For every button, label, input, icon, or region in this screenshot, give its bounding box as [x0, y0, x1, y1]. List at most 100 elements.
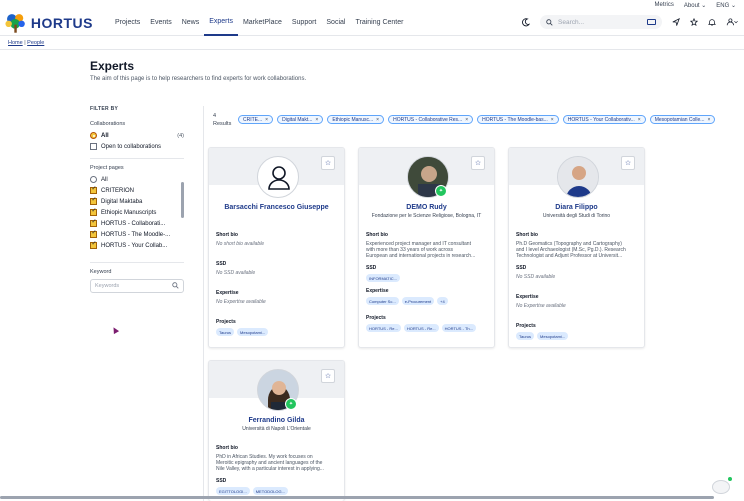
moon-icon[interactable] — [521, 17, 530, 27]
expert-card[interactable]: ☆ ✦ Ferrandino Gilda Università di Napol… — [208, 360, 345, 501]
project-option[interactable]: HORTUS - The Moodle-... — [90, 229, 184, 240]
breadcrumb-people[interactable]: People — [27, 40, 44, 46]
ssd-text: No SSD available — [216, 270, 256, 276]
collab-all-option[interactable]: All (4) — [90, 130, 184, 141]
checkbox-checked[interactable] — [90, 229, 97, 238]
project-option[interactable]: HORTUS - Your Collab... — [90, 240, 184, 251]
search-placeholder: Search... — [558, 18, 585, 26]
nav-training-center[interactable]: Training Center — [350, 8, 408, 36]
project-tag[interactable]: Mesopotami... — [237, 328, 269, 336]
close-icon[interactable]: × — [465, 117, 468, 123]
filter-chip[interactable]: HORTUS - Collaborative Res... × — [388, 115, 474, 124]
project-tag[interactable]: Mesopotami... — [537, 332, 569, 340]
short-bio-text: Ph.D Geomatics (Topography and Cartograp… — [516, 241, 640, 259]
checkbox-checked[interactable] — [90, 207, 97, 216]
close-icon[interactable]: × — [638, 117, 641, 123]
page-title: Experts — [90, 59, 135, 73]
bell-icon[interactable] — [708, 18, 716, 26]
radio[interactable] — [90, 176, 97, 183]
search-icon — [546, 18, 553, 26]
expert-card[interactable]: ☆ Barsacchi Francesco Giuseppe Short bio… — [208, 147, 345, 348]
more-tag[interactable]: +4 — [437, 297, 448, 305]
checkbox[interactable] — [90, 143, 97, 150]
ssd-tags: EGITTOLOGI... METODOLOG... — [216, 487, 340, 495]
project-tag[interactable]: HORTUS - Re... — [403, 324, 439, 332]
nav-experts[interactable]: Experts — [204, 8, 238, 36]
favorite-button[interactable]: ☆ — [471, 156, 485, 170]
chip-label: CRITE... — [243, 116, 263, 123]
card-body: Short bio No short bio available SSD No … — [216, 232, 340, 336]
collab-all-label: All — [101, 132, 109, 139]
nav-news[interactable]: News — [177, 8, 205, 36]
close-icon[interactable]: × — [707, 117, 710, 123]
checkbox-checked[interactable] — [90, 196, 97, 205]
nav-social[interactable]: Social — [321, 8, 350, 36]
tree-logo-icon — [5, 14, 25, 33]
filter-chip[interactable]: HORTUS - The Moodle-bas... × — [477, 115, 559, 124]
chip-label: Ethiopic Manusc... — [332, 116, 374, 123]
page-subtitle: The aim of this page is to help research… — [90, 76, 307, 82]
avatar — [257, 156, 299, 198]
expertise-label: Expertise — [516, 294, 539, 300]
checkbox-checked[interactable] — [90, 218, 97, 227]
close-icon[interactable]: × — [315, 117, 318, 123]
checkbox-checked[interactable] — [90, 240, 97, 249]
expert-name[interactable]: DEMO Rudy — [359, 204, 494, 211]
project-tag[interactable]: HORTUS - Th... — [441, 324, 476, 332]
close-icon[interactable]: × — [265, 117, 268, 123]
radio-selected[interactable] — [90, 132, 97, 139]
expertise-tag[interactable]: Computer Sc... — [366, 297, 399, 305]
card-body: Short bio Experienced project manager an… — [366, 232, 490, 332]
project-option[interactable]: Ethiopic Manuscripts — [90, 207, 184, 218]
project-option[interactable]: CRITERION — [90, 185, 184, 196]
filter-chip[interactable]: CRITE... × — [238, 115, 274, 124]
project-option[interactable]: HORTUS - Collaborati... — [90, 218, 184, 229]
keyword-input[interactable]: Keywords — [90, 279, 184, 293]
expertise-text: No Expertise available — [516, 303, 566, 309]
expert-name[interactable]: Barsacchi Francesco Giuseppe — [209, 204, 344, 211]
close-icon[interactable]: × — [551, 117, 554, 123]
filter-chip[interactable]: HORTUS - Your Collaborativ... × — [562, 115, 646, 124]
favorite-button[interactable]: ☆ — [621, 156, 635, 170]
scrollbar[interactable] — [181, 182, 184, 218]
projects-label: Projects — [516, 323, 536, 329]
chat-widget-button[interactable] — [712, 480, 730, 494]
nav-support[interactable]: Support — [287, 8, 322, 36]
checkbox-checked[interactable] — [90, 185, 97, 194]
breadcrumb-home[interactable]: Home — [8, 40, 23, 46]
expertise-tag[interactable]: e-Procurement — [401, 297, 435, 305]
send-icon[interactable] — [672, 18, 680, 26]
nav-events[interactable]: Events — [145, 8, 176, 36]
filter-chip[interactable]: Digital Makt... × — [277, 115, 324, 124]
expert-card[interactable]: ☆ ✦ DEMO Rudy Fondazione per le Scienze … — [358, 147, 495, 348]
ssd-tag[interactable]: INFORMATIC... — [366, 274, 400, 282]
chip-label: Digital Makt... — [282, 116, 313, 123]
horizontal-scrollbar[interactable] — [0, 496, 714, 499]
collab-open-option[interactable]: Open to collaborations — [90, 141, 200, 152]
site-logo[interactable]: HORTUS — [3, 9, 93, 37]
project-pages-list[interactable]: All CRITERION Digital Maktaba Ethiopic M… — [90, 174, 184, 256]
nav-marketplace[interactable]: MarketPlace — [238, 8, 287, 36]
close-icon[interactable]: × — [376, 117, 379, 123]
project-tag[interactable]: Taurus — [216, 328, 235, 336]
project-option[interactable]: Digital Maktaba — [90, 196, 184, 207]
user-menu-icon[interactable] — [726, 18, 738, 26]
expert-name[interactable]: Ferrandino Gilda — [209, 417, 344, 424]
project-tag[interactable]: Taurus — [516, 332, 535, 340]
ssd-tag[interactable]: METODOLOG... — [252, 487, 288, 495]
star-icon: ☆ — [324, 373, 332, 380]
project-tag[interactable]: HORTUS - Re... — [366, 324, 401, 332]
project-option[interactable]: All — [90, 174, 184, 185]
keyboard-icon — [647, 19, 656, 25]
filter-chip[interactable]: Ethiopic Manusc... × — [327, 115, 385, 124]
expert-name[interactable]: Diara Filippo — [509, 204, 644, 211]
favorite-button[interactable]: ☆ — [321, 369, 335, 383]
favorite-button[interactable]: ☆ — [321, 156, 335, 170]
project-label: All — [101, 176, 108, 183]
star-icon[interactable] — [690, 18, 698, 26]
search-input[interactable]: Search... — [540, 15, 662, 29]
filter-chip[interactable]: Mesopotamian Colle... × — [649, 115, 716, 124]
nav-projects[interactable]: Projects — [110, 8, 145, 36]
ssd-tag[interactable]: EGITTOLOGI... — [216, 487, 250, 495]
expert-card[interactable]: ☆ Diara Filippo Università degli Studi d… — [508, 147, 645, 348]
